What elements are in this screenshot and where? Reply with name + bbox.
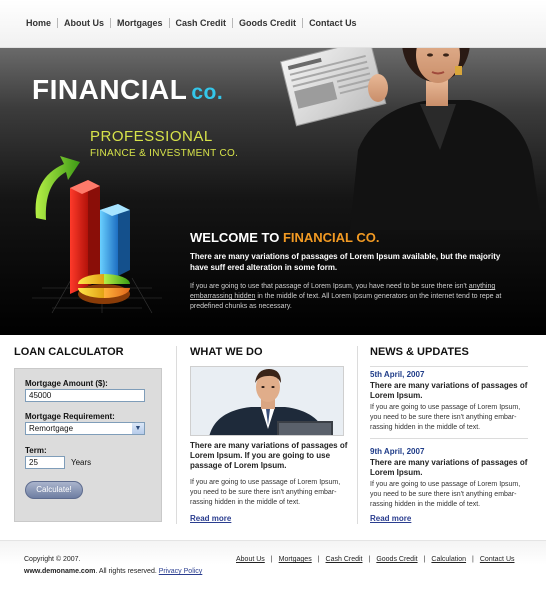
news-summary: If you are going to use passage of Lorem… bbox=[370, 481, 521, 508]
news-date: 5th April, 2007 bbox=[370, 370, 425, 379]
footer-link-goods-credit[interactable]: Goods Credit bbox=[370, 556, 423, 563]
welcome-lead-text: There are many variations of passages of… bbox=[190, 252, 501, 272]
tagline-professional: PROFESSIONAL bbox=[90, 128, 213, 145]
footer-link-calculation[interactable]: Calculation bbox=[425, 556, 472, 563]
businessman-photo bbox=[190, 366, 344, 436]
news-updates-title: NEWS & UPDATES bbox=[370, 346, 469, 358]
rights-line: www.demoname.com. All rights reserved. P… bbox=[24, 568, 202, 575]
mortgage-requirement-label: Mortgage Requirement: bbox=[25, 412, 115, 421]
site-footer: Copyright © 2007. www.demoname.com. All … bbox=[0, 540, 546, 600]
footer-link-contact-us[interactable]: Contact Us bbox=[474, 556, 521, 563]
top-navigation: Home About Us Mortgages Cash Credit Good… bbox=[0, 0, 546, 48]
logo-text: FINANCIAL bbox=[32, 74, 188, 105]
nav-about-us[interactable]: About Us bbox=[58, 18, 110, 28]
welcome-body-text: If you are going to use that passage of … bbox=[190, 282, 510, 312]
footer-link-about-us[interactable]: About Us bbox=[236, 556, 271, 563]
term-input[interactable]: 25 bbox=[25, 456, 65, 469]
loan-calculator-title: LOAN CALCULATOR bbox=[14, 346, 124, 358]
nav-items: Home About Us Mortgages Cash Credit Good… bbox=[20, 18, 363, 28]
nav-home[interactable]: Home bbox=[20, 18, 57, 28]
term-label: Term: bbox=[25, 446, 47, 455]
mortgage-requirement-value: Remortgage bbox=[29, 424, 74, 433]
site-logo[interactable]: FINANCIAL co. bbox=[32, 74, 223, 106]
welcome-body-part-1: If you are going to use that passage of … bbox=[190, 283, 469, 290]
news-divider bbox=[370, 438, 528, 439]
woman-reading-newspaper-image bbox=[280, 48, 542, 230]
news-date: 9th April, 2007 bbox=[370, 447, 425, 456]
welcome-prefix: WELCOME TO bbox=[190, 230, 283, 245]
news-read-more-link[interactable]: Read more bbox=[370, 514, 411, 523]
privacy-policy-link[interactable]: Privacy Policy bbox=[159, 568, 203, 575]
footer-link-cash-credit[interactable]: Cash Credit bbox=[320, 556, 369, 563]
footer-link-mortgages[interactable]: Mortgages bbox=[273, 556, 318, 563]
nav-goods-credit[interactable]: Goods Credit bbox=[233, 18, 302, 28]
chevron-down-icon[interactable]: ▼ bbox=[132, 423, 144, 434]
nav-mortgages[interactable]: Mortgages bbox=[111, 18, 169, 28]
loan-calculator-form: Mortgage Amount ($): 45000 Mortgage Requ… bbox=[14, 368, 162, 522]
mortgage-requirement-select[interactable]: Remortgage ▼ bbox=[25, 422, 145, 435]
growth-chart-illustration bbox=[32, 156, 162, 314]
news-summary: If you are going to use passage of Lorem… bbox=[370, 404, 521, 431]
news-headline[interactable]: There are many variations of passages of… bbox=[370, 381, 530, 401]
what-we-do-body: If you are going to use passage of Lorem… bbox=[190, 479, 341, 506]
logo-co-text: co. bbox=[191, 81, 224, 104]
welcome-highlight: FINANCIAL CO. bbox=[282, 230, 380, 245]
welcome-heading: WELCOME TO FINANCIAL CO. bbox=[190, 230, 379, 245]
term-unit-label: Years bbox=[71, 458, 92, 467]
mortgage-amount-input[interactable]: 45000 bbox=[25, 389, 145, 402]
footer-links: About Us | Mortgages | Cash Credit | Goo… bbox=[236, 556, 521, 563]
nav-cash-credit[interactable]: Cash Credit bbox=[170, 18, 233, 28]
nav-contact-us[interactable]: Contact Us bbox=[303, 18, 363, 28]
what-we-do-lead: There are many variations of passages of… bbox=[190, 441, 348, 470]
what-we-do-title: WHAT WE DO bbox=[190, 346, 263, 358]
what-we-do-read-more-link[interactable]: Read more bbox=[190, 514, 231, 523]
news-divider bbox=[370, 366, 528, 367]
column-divider bbox=[176, 346, 177, 524]
column-divider bbox=[357, 346, 358, 524]
businessman-at-laptop-image bbox=[191, 367, 343, 435]
site-domain: www.demoname.com bbox=[24, 568, 96, 575]
news-headline[interactable]: There are many variations of passages of… bbox=[370, 458, 530, 478]
copyright-text: Copyright © 2007. bbox=[24, 556, 81, 563]
calculate-button[interactable]: Calculate! bbox=[25, 481, 83, 499]
rights-text: . All rights reserved. bbox=[95, 568, 157, 575]
mortgage-amount-label: Mortgage Amount ($): bbox=[25, 379, 108, 388]
hero-banner: FINANCIAL co. PROFESSIONAL FINANCE & INVE… bbox=[0, 48, 546, 335]
